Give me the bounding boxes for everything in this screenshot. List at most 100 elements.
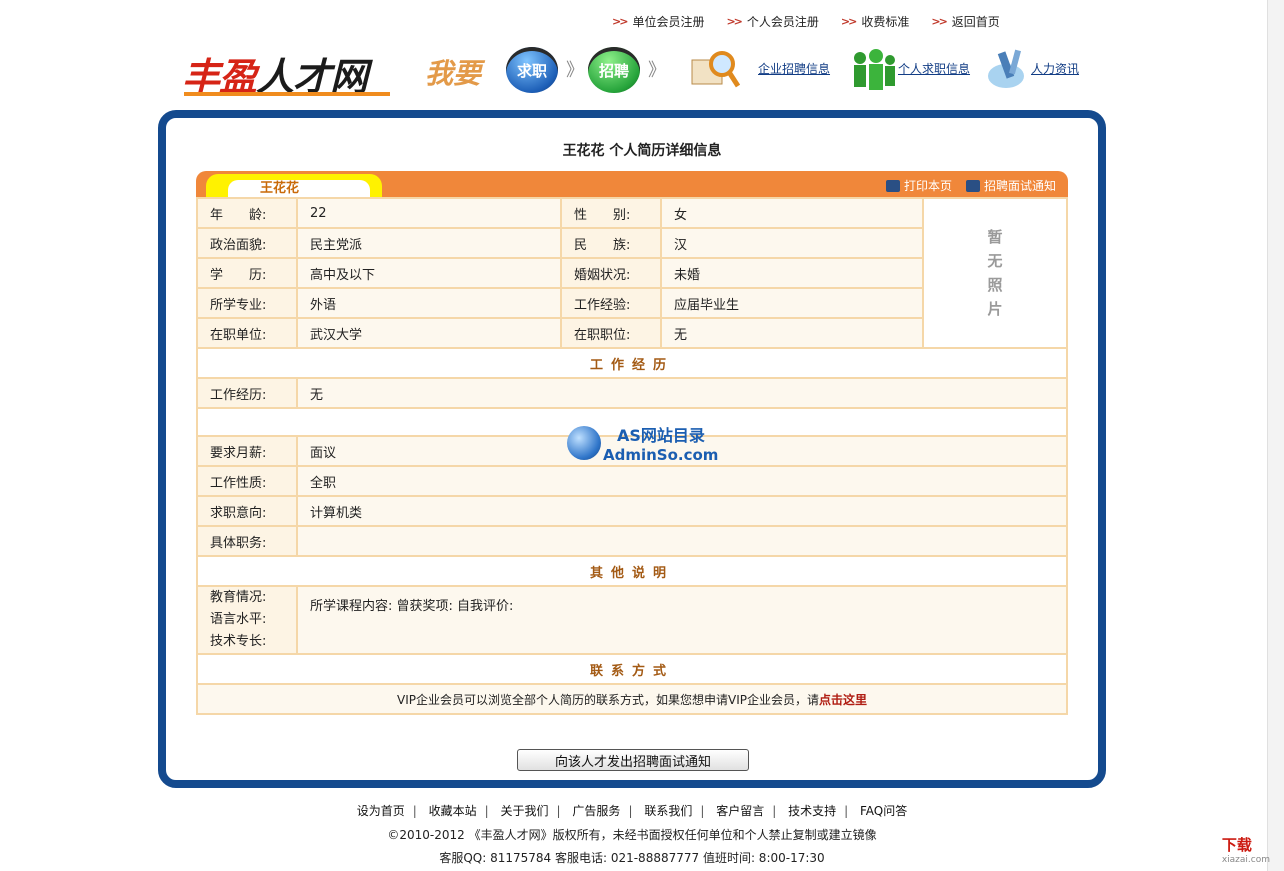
photo-text: 片 — [987, 300, 1003, 318]
name-tab-label: 王花花 — [228, 180, 370, 197]
page-title: 王花花 个人简历详细信息 — [562, 143, 722, 159]
divider: | — [628, 804, 633, 818]
footer-link[interactable]: 广告服务 — [572, 804, 620, 818]
recruit-button[interactable]: 招聘 — [588, 47, 640, 93]
copyright: ©2010-2012 《丰盈人才网》版权所有，未经书面授权任何单位和个人禁止复制… — [387, 828, 877, 842]
printer-icon — [885, 179, 900, 192]
top-nav-company-register[interactable]: >> 单位会员注册 — [612, 13, 704, 30]
field-value: 未婚 — [660, 257, 924, 289]
footer-link[interactable]: 设为首页 — [357, 804, 405, 818]
field-value: 所学课程内容: 曾获奖项: 自我评价: — [296, 585, 1068, 655]
job-seek-button[interactable]: 求职 — [506, 47, 558, 93]
field-value: 应届毕业生 — [660, 287, 924, 319]
footer-link[interactable]: 收藏本站 — [429, 804, 477, 818]
badge-sub: xiazai.com — [1221, 855, 1270, 865]
divider: | — [700, 804, 705, 818]
print-link[interactable]: 打印本页 — [885, 177, 952, 194]
table-row: VIP企业会员可以浏览全部个人简历的联系方式，如果您想申请VIP企业会员，请点击… — [196, 683, 1068, 715]
section-title: 联系方式 — [196, 653, 1068, 685]
divider: | — [772, 804, 777, 818]
nav-company-jobs[interactable]: 企业招聘信息 — [758, 60, 830, 77]
top-nav-label: 个人会员注册 — [746, 15, 819, 29]
field-label: 学 历: — [196, 257, 298, 289]
name-tab: 王花花 — [206, 174, 382, 197]
woyao-text: 我要 — [425, 57, 482, 90]
contact-note: VIP企业会员可以浏览全部个人简历的联系方式，如果您想申请VIP企业会员，请点击… — [196, 683, 1068, 715]
table-row: 教育情况: 语言水平: 技术专长: 所学课程内容: 曾获奖项: 自我评价: — [196, 585, 1068, 655]
field-label: 性 别: — [560, 197, 662, 229]
magnifier-book-icon — [691, 51, 740, 88]
section-title: 其他说明 — [196, 555, 1068, 587]
field-label: 工作经历: — [196, 377, 298, 409]
field-value: 高中及以下 — [296, 257, 562, 289]
badge-main: 下载 — [1221, 836, 1252, 854]
people-icon — [854, 49, 895, 90]
field-label: 在职职位: — [560, 317, 662, 349]
section-header-contact: 联系方式 — [196, 653, 1068, 685]
photo-text: 无 — [987, 252, 1003, 270]
footer-link[interactable]: FAQ问答 — [860, 804, 907, 818]
top-nav: >> 单位会员注册 >> 个人会员注册 >> 收费标准 >> 返回首页 — [612, 13, 1000, 30]
footer-link[interactable]: 关于我们 — [501, 804, 549, 818]
footer-links: 设为首页 | 收藏本站 | 关于我们 | 广告服务 | 联系我们 | 客户留言 | 技术支持… — [0, 802, 1264, 819]
field-label: 工作经验: — [560, 287, 662, 319]
top-nav-home[interactable]: >> 返回首页 — [931, 13, 999, 30]
field-value: 女 — [660, 197, 924, 229]
section-header-other: 其他说明 — [196, 555, 1068, 587]
field-label: 教育情况: — [210, 590, 267, 605]
interview-notice-link[interactable]: 招聘面试通知 — [965, 177, 1056, 194]
envelope-icon — [965, 179, 980, 192]
arrow-icon: >> — [931, 15, 948, 28]
footer-link[interactable]: 联系我们 — [644, 804, 692, 818]
top-nav-personal-register[interactable]: >> 个人会员注册 — [726, 13, 818, 30]
vip-apply-link[interactable]: 点击这里 — [819, 693, 867, 707]
field-value — [296, 525, 1068, 557]
nav-personal-resumes[interactable]: 个人求职信息 — [898, 60, 970, 77]
table-row: 具体职务: — [196, 525, 1068, 557]
field-label: 技术专长: — [210, 634, 267, 649]
print-label: 打印本页 — [903, 179, 952, 193]
contact-info: 客服QQ: 81175784 客服电话: 021-88887777 值班时间: … — [439, 851, 825, 865]
top-nav-pricing[interactable]: >> 收费标准 — [841, 13, 909, 30]
chevron-right-icon: 》 — [648, 60, 666, 81]
arrow-icon: >> — [840, 15, 858, 28]
table-row: 求职意向: 计算机类 — [196, 495, 1068, 527]
divider: | — [412, 804, 417, 818]
field-label: 政治面貌: — [196, 227, 298, 259]
divider: | — [484, 804, 489, 818]
watermark-line1: AS网站目录 — [617, 426, 705, 445]
section-header-work: 工作经历 — [196, 347, 1068, 379]
send-interview-notice-button[interactable]: 向该人才发出招聘面试通知 — [517, 749, 749, 771]
logo-underline — [184, 92, 390, 96]
nav-hr-news[interactable]: 人力资讯 — [1031, 60, 1079, 77]
section-title: 工作经历 — [196, 347, 1068, 379]
field-value: 无 — [660, 317, 924, 349]
field-value: 汉 — [660, 227, 924, 259]
top-nav-label: 返回首页 — [951, 15, 1000, 29]
field-label-group: 教育情况: 语言水平: 技术专长: — [196, 585, 298, 655]
arrow-icon: >> — [726, 15, 743, 28]
field-value: 民主党派 — [296, 227, 562, 259]
divider: | — [556, 804, 561, 818]
watermark: AS网站目录 AdminSo.com — [567, 404, 718, 464]
field-value: 全职 — [296, 465, 1068, 497]
globe-icon — [567, 426, 601, 460]
field-label: 婚姻状况: — [560, 257, 662, 289]
top-nav-label: 单位会员注册 — [632, 15, 705, 29]
chevron-right-icon: 》 — [566, 60, 584, 81]
footer-link[interactable]: 技术支持 — [788, 804, 836, 818]
field-label: 年 龄: — [196, 197, 298, 229]
photo-placeholder: 暂 无 照 片 — [922, 197, 1068, 349]
contact-note-text: VIP企业会员可以浏览全部个人简历的联系方式，如果您想申请VIP企业会员，请 — [397, 692, 819, 707]
divider: | — [844, 804, 849, 818]
footer-link[interactable]: 客户留言 — [716, 804, 764, 818]
vertical-scrollbar[interactable] — [1267, 0, 1284, 871]
field-label: 要求月薪: — [196, 435, 298, 467]
field-value: 外语 — [296, 287, 562, 319]
site-header: 丰盈人才网 我要 求职 》 招聘 》 企业招聘信息 个人求职信息 人力资讯 — [182, 42, 1082, 100]
field-label: 具体职务: — [196, 525, 298, 557]
arrow-icon: >> — [612, 15, 629, 28]
table-row: 工作性质: 全职 — [196, 465, 1068, 497]
top-nav-label: 收费标准 — [861, 15, 910, 29]
field-value: 22 — [296, 197, 562, 229]
